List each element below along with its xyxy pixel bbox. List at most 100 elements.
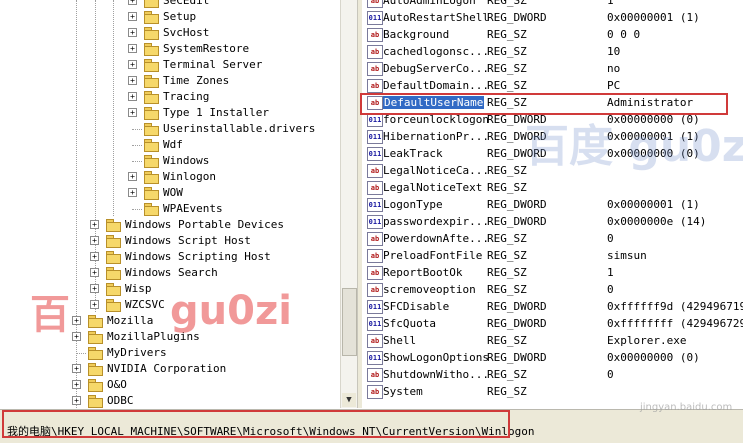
- value-row[interactable]: 011 AutoRestartShell REG_DWORD 0x00000001 (…: [362, 9, 743, 26]
- tree-item[interactable]: + Tracing: [0, 89, 340, 105]
- folder-icon: [144, 59, 159, 72]
- value-row[interactable]: 011 SFCDisable REG_DWORD 0xffffff9d (429496…: [362, 298, 743, 315]
- folder-icon: [144, 0, 159, 8]
- tree-item[interactable]: + SeCEdit: [0, 0, 340, 9]
- expand-icon[interactable]: +: [128, 108, 137, 117]
- expand-icon[interactable]: +: [128, 44, 137, 53]
- value-type: REG_DWORD: [487, 130, 547, 143]
- tree-item[interactable]: + Terminal Server: [0, 57, 340, 73]
- value-row[interactable]: 011 ShowLogonOptions REG_DWORD 0x00000000 (…: [362, 349, 743, 366]
- value-row[interactable]: ab PreloadFontFile REG_SZ simsun: [362, 247, 743, 264]
- value-data: Explorer.exe: [607, 334, 687, 347]
- expand-icon[interactable]: +: [72, 316, 81, 325]
- value-row[interactable]: ab AutoAdminLogon REG_SZ 1: [362, 0, 743, 9]
- tree-item[interactable]: + Windows Scripting Host: [0, 249, 340, 265]
- folder-icon: [88, 331, 103, 344]
- dword-value-icon: 011: [367, 198, 383, 212]
- expand-icon[interactable]: +: [128, 188, 137, 197]
- value-row[interactable]: ab LegalNoticeCa... REG_SZ: [362, 162, 743, 179]
- expand-icon[interactable]: +: [128, 0, 137, 5]
- value-row[interactable]: ab DefaultUserName REG_SZ Administrator: [362, 94, 743, 111]
- tree-item[interactable]: + WOW: [0, 185, 340, 201]
- expand-icon[interactable]: +: [72, 380, 81, 389]
- tree-scrollbar[interactable]: ▼: [340, 0, 357, 408]
- expand-icon[interactable]: +: [128, 172, 137, 181]
- value-row[interactable]: ab Background REG_SZ 0 0 0: [362, 26, 743, 43]
- tree-item[interactable]: + Mozilla: [0, 313, 340, 329]
- value-row[interactable]: ab cachedlogonsc... REG_SZ 10: [362, 43, 743, 60]
- tree-item-label: MyDrivers: [107, 346, 167, 359]
- value-row[interactable]: ab DefaultDomain... REG_SZ PC: [362, 77, 743, 94]
- value-type: REG_DWORD: [487, 317, 547, 330]
- tree-item[interactable]: + Type 1 Installer: [0, 105, 340, 121]
- tree-item[interactable]: + Time Zones: [0, 73, 340, 89]
- tree-item-label: SeCEdit: [163, 0, 210, 7]
- expand-icon[interactable]: +: [90, 268, 99, 277]
- value-row[interactable]: 011 passwordexpir... REG_DWORD 0x0000000e (…: [362, 213, 743, 230]
- value-name: AutoRestartShell: [383, 11, 489, 24]
- registry-key-tree[interactable]: + SeCEdit + Setup + SvcHost + SystemRestore + Ter…: [0, 0, 340, 408]
- tree-item[interactable]: + O&O: [0, 377, 340, 393]
- tree-item[interactable]: + Setup: [0, 9, 340, 25]
- expand-icon[interactable]: +: [128, 12, 137, 21]
- expand-icon[interactable]: +: [90, 236, 99, 245]
- expand-icon[interactable]: +: [90, 300, 99, 309]
- expand-icon[interactable]: +: [72, 364, 81, 373]
- value-name: DebugServerCo...: [383, 62, 489, 75]
- tree-item[interactable]: MyDrivers: [0, 345, 340, 361]
- folder-icon: [106, 267, 121, 280]
- tree-item[interactable]: + NVIDIA Corporation: [0, 361, 340, 377]
- scrollbar-thumb[interactable]: [342, 288, 357, 356]
- value-row[interactable]: ab LegalNoticeText REG_SZ: [362, 179, 743, 196]
- value-row[interactable]: ab PowerdownAfte... REG_SZ 0: [362, 230, 743, 247]
- tree-item[interactable]: Windows: [0, 153, 340, 169]
- tree-item-label: Windows Search: [125, 266, 218, 279]
- expand-icon[interactable]: +: [128, 92, 137, 101]
- folder-icon: [144, 187, 159, 200]
- expand-icon[interactable]: +: [128, 76, 137, 85]
- value-type: REG_SZ: [487, 334, 527, 347]
- tree-item[interactable]: Userinstallable.drivers: [0, 121, 340, 137]
- tree-item[interactable]: + Windows Search: [0, 265, 340, 281]
- expand-icon[interactable]: +: [128, 28, 137, 37]
- value-type: REG_SZ: [487, 232, 527, 245]
- tree-item[interactable]: + SvcHost: [0, 25, 340, 41]
- value-row[interactable]: ab System REG_SZ: [362, 383, 743, 400]
- expand-icon[interactable]: +: [128, 60, 137, 69]
- value-row[interactable]: ab scremoveoption REG_SZ 0: [362, 281, 743, 298]
- value-row[interactable]: ab ReportBootOk REG_SZ 1: [362, 264, 743, 281]
- tree-item[interactable]: + SystemRestore: [0, 41, 340, 57]
- expand-icon[interactable]: +: [90, 220, 99, 229]
- value-row[interactable]: 011 SfcQuota REG_DWORD 0xffffffff (42949672…: [362, 315, 743, 332]
- value-row[interactable]: ab ShutdownWitho... REG_SZ 0: [362, 366, 743, 383]
- value-name: AutoAdminLogon: [383, 0, 476, 7]
- expand-icon[interactable]: +: [72, 396, 81, 405]
- tree-item[interactable]: + Windows Portable Devices: [0, 217, 340, 233]
- value-row[interactable]: 011 LogonType REG_DWORD 0x00000001 (1): [362, 196, 743, 213]
- tree-guide-line: [76, 353, 86, 354]
- tree-item[interactable]: + ODBC: [0, 393, 340, 408]
- scroll-down-arrow-icon[interactable]: ▼: [342, 393, 356, 407]
- registry-values-list[interactable]: ab AutoAdminLogon REG_SZ 1 011 AutoRestartShe…: [362, 0, 743, 408]
- value-row[interactable]: 011 LeakTrack REG_DWORD 0x00000000 (0): [362, 145, 743, 162]
- tree-item[interactable]: Wdf: [0, 137, 340, 153]
- value-name: LeakTrack: [383, 147, 443, 160]
- tree-item[interactable]: + MozillaPlugins: [0, 329, 340, 345]
- expand-icon[interactable]: +: [90, 252, 99, 261]
- value-row[interactable]: 011 HibernationPr... REG_DWORD 0x00000001 (…: [362, 128, 743, 145]
- tree-item[interactable]: + Winlogon: [0, 169, 340, 185]
- value-data: 0x00000000 (0): [607, 147, 700, 160]
- string-value-icon: ab: [367, 96, 383, 110]
- value-row[interactable]: 011 forceunlocklogon REG_DWORD 0x00000000 (…: [362, 111, 743, 128]
- tree-item[interactable]: WPAEvents: [0, 201, 340, 217]
- tree-item[interactable]: + WZCSVC: [0, 297, 340, 313]
- value-row[interactable]: ab Shell REG_SZ Explorer.exe: [362, 332, 743, 349]
- value-row[interactable]: ab DebugServerCo... REG_SZ no: [362, 60, 743, 77]
- string-value-icon: ab: [367, 45, 383, 59]
- expand-icon[interactable]: +: [90, 284, 99, 293]
- tree-item-label: SystemRestore: [163, 42, 250, 55]
- tree-item[interactable]: + Windows Script Host: [0, 233, 340, 249]
- tree-item-label: Tracing: [163, 90, 210, 103]
- expand-icon[interactable]: +: [72, 332, 81, 341]
- tree-item[interactable]: + Wisp: [0, 281, 340, 297]
